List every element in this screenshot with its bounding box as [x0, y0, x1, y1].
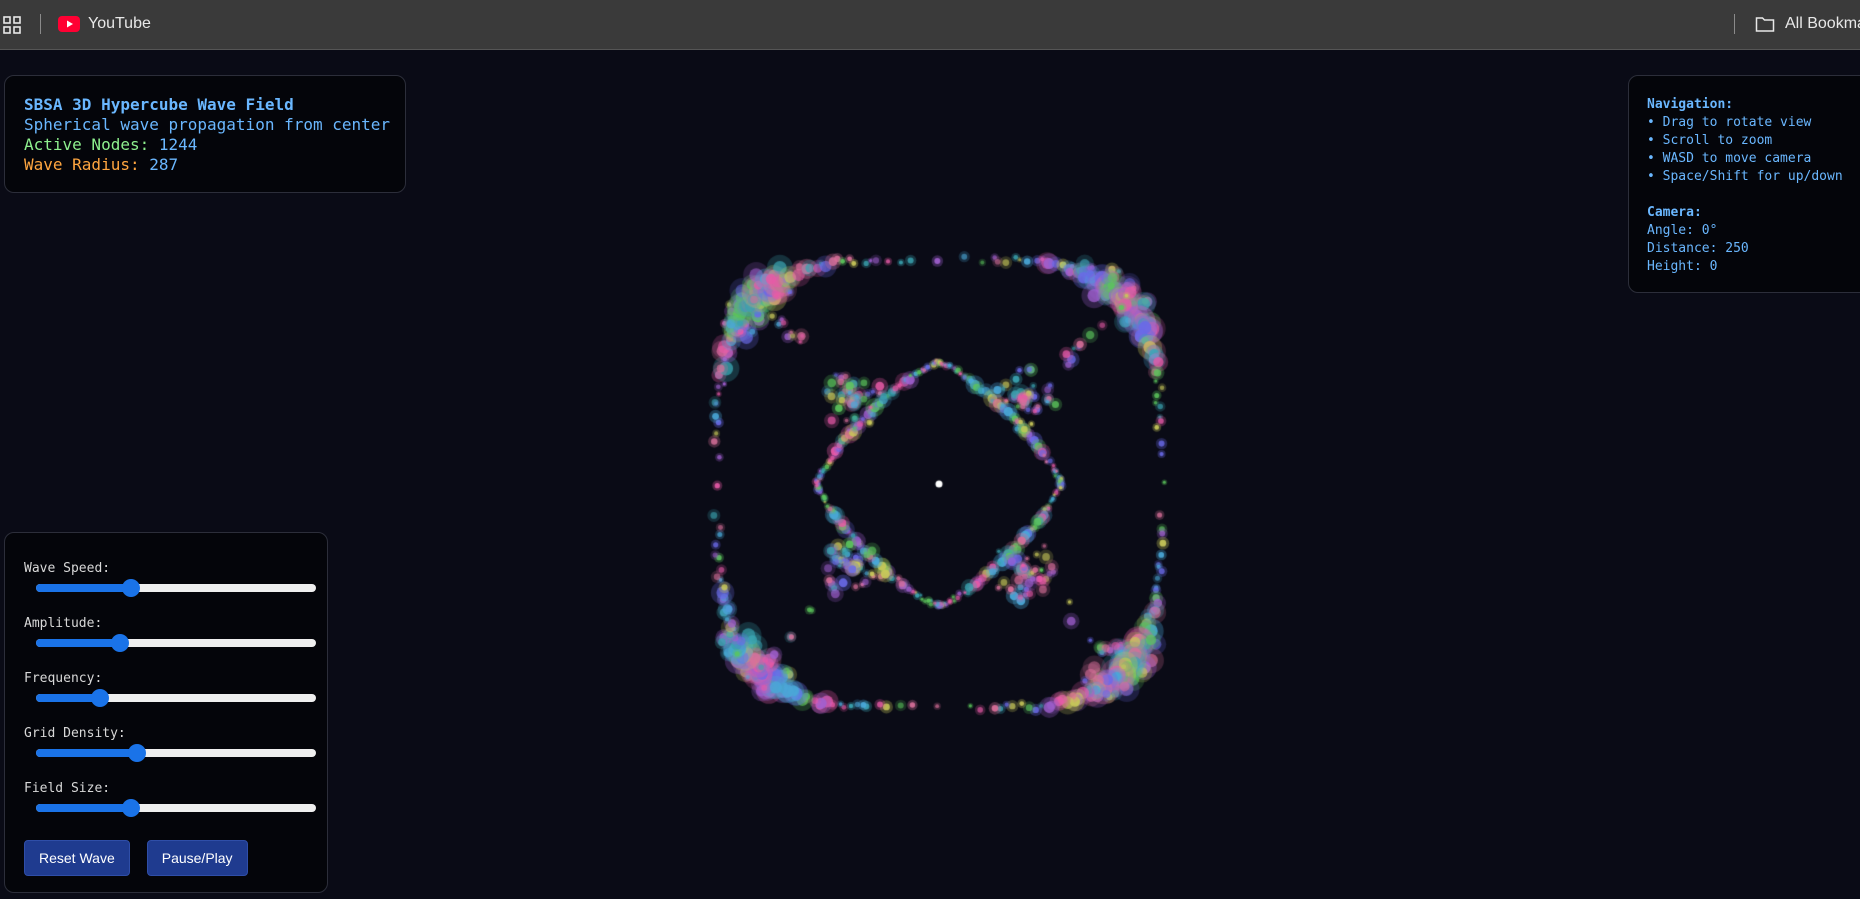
bookmark-youtube[interactable]: YouTube: [58, 12, 151, 36]
navigation-hint: • Scroll to zoom: [1647, 133, 1773, 148]
slider-thumb[interactable]: [122, 579, 141, 597]
navigation-panel: Navigation: • Drag to rotate view • Scro…: [1628, 75, 1860, 293]
bookmarks-bar: YouTube All Bookmarks: [0, 0, 1860, 50]
slider-thumb[interactable]: [111, 634, 129, 652]
wave-radius-label: Wave Radius:: [24, 155, 140, 174]
camera-angle: Angle: 0°: [1647, 223, 1718, 238]
camera-distance: Distance: 250: [1647, 241, 1749, 256]
all-bookmarks-button[interactable]: All Bookmarks: [1755, 12, 1860, 36]
amplitude-control: Amplitude:: [24, 616, 327, 671]
reset-wave-button[interactable]: Reset Wave: [24, 840, 130, 876]
bookmarks-separator: [40, 14, 41, 34]
bookmark-label: YouTube: [88, 15, 151, 32]
slider-label: Wave Speed:: [24, 561, 111, 576]
youtube-icon: [58, 16, 80, 32]
camera-heading: Camera:: [1647, 205, 1702, 220]
field-size-slider[interactable]: [36, 799, 316, 817]
slider-fill: [36, 639, 120, 647]
info-panel: SBSA 3D Hypercube Wave Field Spherical w…: [4, 75, 406, 193]
slider-fill: [36, 804, 132, 812]
slider-label: Field Size:: [24, 781, 111, 796]
slider-thumb[interactable]: [91, 689, 110, 707]
navigation-heading: Navigation:: [1647, 97, 1734, 112]
pause-play-button[interactable]: Pause/Play: [146, 840, 248, 876]
page-title: SBSA 3D Hypercube Wave Field: [24, 95, 294, 114]
apps-grid-icon[interactable]: [3, 16, 21, 34]
grid-density-control: Grid Density:: [24, 726, 327, 781]
slider-fill: [36, 584, 132, 592]
frequency-control: Frequency:: [24, 671, 327, 726]
wave-speed-slider[interactable]: [36, 579, 316, 597]
field-size-control: Field Size:: [24, 781, 327, 836]
wave-radius-value: 287: [149, 155, 179, 174]
page-subtitle: Spherical wave propagation from center: [24, 115, 391, 134]
control-buttons: Reset Wave Pause/Play: [24, 840, 248, 876]
camera-height: Height: 0: [1647, 259, 1718, 274]
slider-label: Grid Density:: [24, 726, 126, 741]
navigation-hint: • WASD to move camera: [1647, 151, 1812, 166]
wave-radius-stat: Wave Radius: 287: [24, 155, 405, 175]
slider-label: Amplitude:: [24, 616, 103, 631]
wave-speed-control: Wave Speed:: [24, 561, 327, 616]
active-nodes-label: Active Nodes:: [24, 135, 150, 154]
controls-panel: Wave Speed: Amplitude: Frequency: Grid D…: [4, 532, 328, 893]
navigation-hint: • Drag to rotate view: [1647, 115, 1812, 130]
navigation-hint: • Space/Shift for up/down: [1647, 169, 1843, 184]
slider-fill: [36, 749, 137, 757]
active-nodes-value: 1244: [158, 135, 198, 154]
grid-density-slider[interactable]: [36, 744, 316, 762]
active-nodes-stat: Active Nodes: 1244: [24, 135, 405, 155]
frequency-slider[interactable]: [36, 689, 316, 707]
amplitude-slider[interactable]: [36, 634, 316, 652]
slider-thumb[interactable]: [127, 744, 146, 762]
folder-icon: [1755, 17, 1775, 32]
slider-thumb[interactable]: [122, 799, 141, 817]
all-bookmarks-label: All Bookmarks: [1785, 15, 1860, 32]
slider-label: Frequency:: [24, 671, 103, 686]
bookmarks-separator: [1734, 14, 1735, 34]
